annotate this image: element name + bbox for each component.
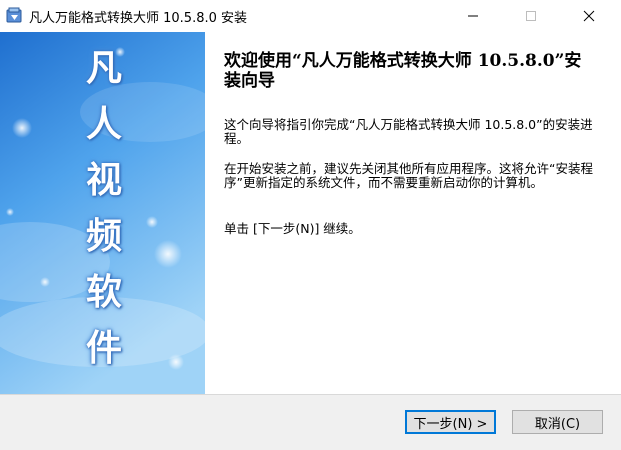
close-button[interactable] [566, 0, 612, 32]
side-banner: 凡 人 视 频 软 件 [0, 32, 205, 394]
welcome-panel: 欢迎使用“凡人万能格式转换大师 10.5.8.0”安装向导 这个向导将指引你完成… [205, 32, 621, 394]
welcome-heading: 欢迎使用“凡人万能格式转换大师 10.5.8.0”安装向导 [224, 51, 582, 91]
banner-char: 人 [85, 103, 122, 145]
window-title: 凡人万能格式转换大师 10.5.8.0 安装 [29, 11, 248, 26]
maximize-button[interactable] [508, 0, 554, 32]
minimize-button[interactable] [450, 0, 496, 32]
next-button[interactable]: 下一步(N) > [405, 410, 496, 434]
title-bar: 凡人万能格式转换大师 10.5.8.0 安装 [0, 0, 621, 32]
minimize-icon [468, 15, 478, 17]
cancel-button[interactable]: 取消(C) [512, 410, 603, 434]
maximize-icon [526, 11, 536, 21]
banner-char: 频 [85, 215, 122, 257]
button-bar: 下一步(N) > 取消(C) [0, 394, 621, 450]
installer-icon [6, 7, 23, 24]
advice-text: 在开始安装之前，建议先关闭其他所有应用程序。这将允许“安装程序”更新指定的系统文… [224, 161, 593, 190]
banner-char: 软 [85, 271, 122, 313]
banner-char: 件 [85, 327, 122, 369]
close-icon [583, 10, 595, 22]
intro-text: 这个向导将指引你完成“凡人万能格式转换大师 10.5.8.0”的安装进程。 [224, 117, 593, 146]
banner-char: 凡 [85, 47, 122, 89]
banner-char: 视 [85, 159, 122, 201]
continue-hint: 单击 [下一步(N)] 继续。 [224, 221, 361, 236]
